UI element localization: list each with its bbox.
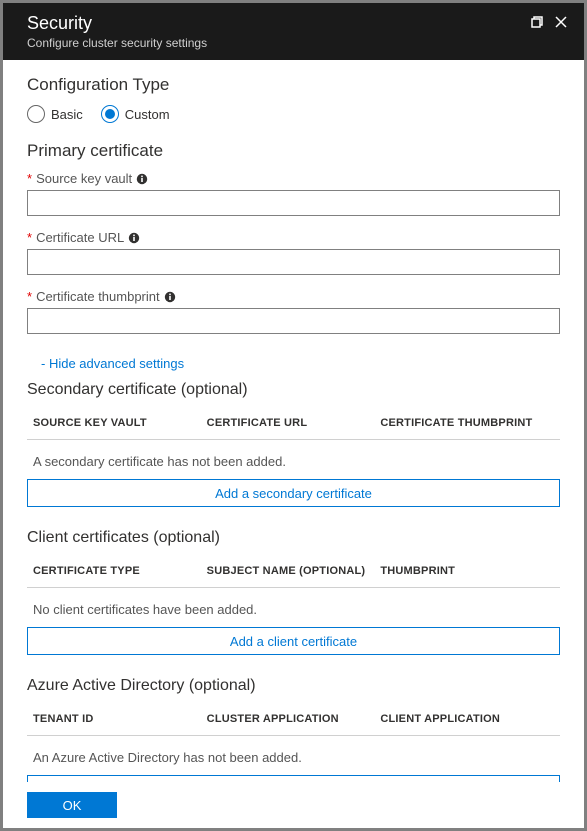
info-icon[interactable] — [136, 173, 148, 185]
source-key-vault-label: * Source key vault — [27, 171, 560, 186]
client-cert-heading: Client certificates (optional) — [27, 529, 560, 547]
security-blade: Security Configure cluster security sett… — [0, 0, 587, 831]
client-empty-msg: No client certificates have been added. — [27, 588, 560, 627]
page-subtitle: Configure cluster security settings — [27, 36, 207, 50]
certificate-thumbprint-label: * Certificate thumbprint — [27, 289, 560, 304]
aad-heading: Azure Active Directory (optional) — [27, 677, 560, 695]
radio-basic[interactable]: Basic — [27, 105, 83, 123]
config-type-radios: Basic Custom — [27, 105, 560, 123]
col-certificate-type: CERTIFICATE TYPE — [33, 565, 207, 577]
col-cluster-application: CLUSTER APPLICATION — [207, 713, 381, 725]
radio-basic-label: Basic — [51, 107, 83, 122]
page-title: Security — [27, 13, 207, 34]
col-tenant-id: TENANT ID — [33, 713, 207, 725]
config-type-heading: Configuration Type — [27, 75, 560, 95]
radio-custom[interactable]: Custom — [101, 105, 170, 123]
aad-table-header: TENANT ID CLUSTER APPLICATION CLIENT APP… — [27, 703, 560, 735]
blade-header: Security Configure cluster security sett… — [3, 3, 584, 60]
ok-button[interactable]: OK — [27, 792, 117, 818]
radio-icon — [27, 105, 45, 123]
client-table-header: CERTIFICATE TYPE SUBJECT NAME (OPTIONAL)… — [27, 555, 560, 587]
restore-icon[interactable] — [530, 15, 544, 32]
col-certificate-url: CERTIFICATE URL — [207, 417, 381, 429]
secondary-cert-heading: Secondary certificate (optional) — [27, 381, 560, 399]
certificate-thumbprint-input[interactable] — [27, 308, 560, 334]
secondary-empty-msg: A secondary certificate has not been add… — [27, 440, 560, 479]
secondary-table-header: SOURCE KEY VAULT CERTIFICATE URL CERTIFI… — [27, 407, 560, 439]
primary-cert-heading: Primary certificate — [27, 141, 560, 161]
certificate-url-label: * Certificate URL — [27, 230, 560, 245]
add-secondary-certificate-button[interactable]: Add a secondary certificate — [27, 479, 560, 507]
info-icon[interactable] — [164, 291, 176, 303]
add-client-certificate-button[interactable]: Add a client certificate — [27, 627, 560, 655]
col-source-key-vault: SOURCE KEY VAULT — [33, 417, 207, 429]
content-scroll[interactable]: Configuration Type Basic Custom Primary … — [3, 53, 584, 828]
col-subject-name: SUBJECT NAME (OPTIONAL) — [207, 565, 381, 577]
col-thumbprint: THUMBPRINT — [380, 565, 554, 577]
close-icon[interactable] — [554, 15, 568, 32]
col-certificate-thumbprint: CERTIFICATE THUMBPRINT — [380, 417, 554, 429]
radio-icon — [101, 105, 119, 123]
info-icon[interactable] — [128, 232, 140, 244]
radio-custom-label: Custom — [125, 107, 170, 122]
certificate-url-input[interactable] — [27, 249, 560, 275]
source-key-vault-input[interactable] — [27, 190, 560, 216]
toggle-advanced-link[interactable]: - Hide advanced settings — [41, 356, 184, 371]
aad-empty-msg: An Azure Active Directory has not been a… — [27, 736, 560, 775]
col-client-application: CLIENT APPLICATION — [380, 713, 554, 725]
footer: OK — [3, 782, 584, 828]
